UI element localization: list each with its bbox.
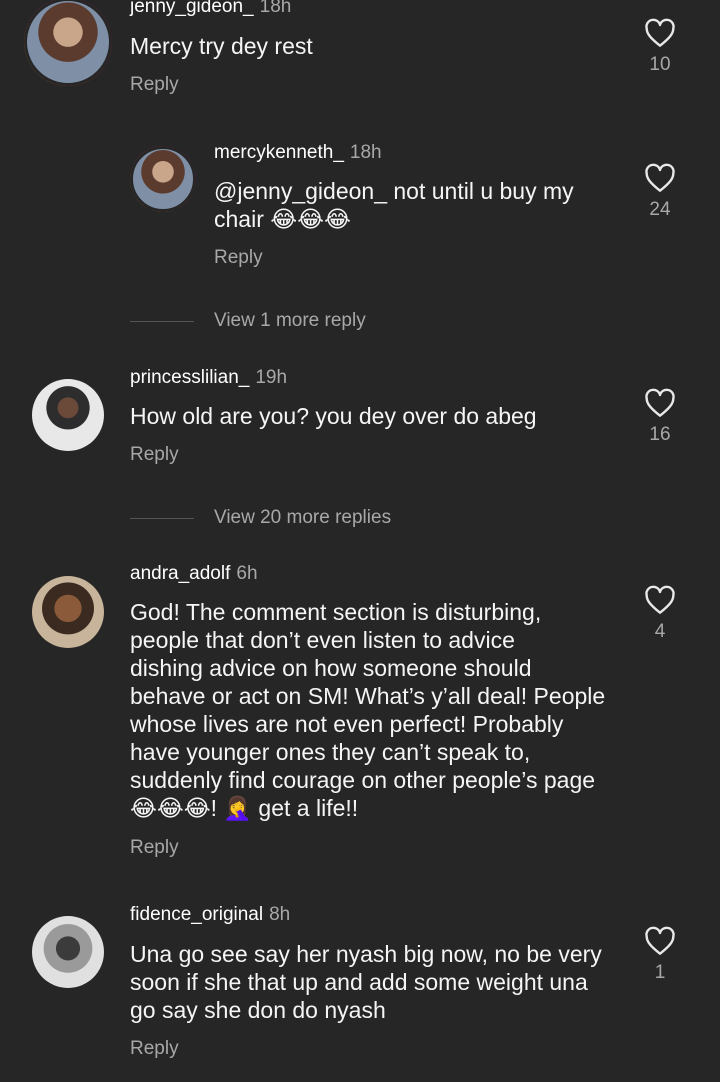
- comment-text-line: suddenly find courage on other people’s …: [130, 767, 596, 793]
- username[interactable]: jenny_gideon_: [130, 0, 254, 17]
- like-button[interactable]: 24: [638, 163, 682, 221]
- like-count: 10: [649, 54, 671, 75]
- comment-meta: princesslilian_ 19h: [130, 367, 287, 389]
- reply-button[interactable]: Reply: [130, 74, 179, 96]
- reply-button[interactable]: Reply: [130, 1038, 179, 1060]
- avatar[interactable]: [24, 0, 112, 86]
- heart-icon: [645, 585, 675, 614]
- like-button[interactable]: 10: [638, 18, 682, 76]
- timestamp: 18h: [349, 142, 382, 163]
- timestamp: 8h: [269, 904, 291, 925]
- comment-text-line: behave or act on SM! What’s y’all deal! …: [130, 683, 606, 709]
- comment-text-line: go say she don do nyash: [130, 997, 386, 1023]
- timestamp: 6h: [236, 563, 258, 584]
- comment-text: Mercy try dey rest: [130, 33, 313, 59]
- comment-meta: jenny_gideon_ 18h: [130, 0, 291, 18]
- heart-icon: [645, 388, 675, 417]
- heart-icon: [645, 926, 675, 955]
- comment-text: @jenny_gideon_ not until u buy my chair …: [214, 177, 634, 233]
- timestamp: 19h: [255, 367, 288, 388]
- view-more-label: View 20 more replies: [214, 507, 392, 528]
- comment-meta: fidence_original 8h: [130, 904, 290, 926]
- comment-text: God! The comment section is disturbing, …: [130, 598, 620, 822]
- comment-text-line: God! The comment section is disturbing,: [130, 599, 542, 625]
- username[interactable]: andra_adolf: [130, 563, 230, 584]
- avatar[interactable]: [32, 576, 104, 648]
- view-more-label: View 1 more reply: [214, 310, 366, 331]
- comment-text-line: chair 😂😂😂: [214, 206, 351, 232]
- heart-icon: [645, 18, 675, 47]
- username[interactable]: mercykenneth_: [214, 142, 344, 163]
- comment-text: How old are you? you dey over do abeg: [130, 403, 537, 429]
- reply-button[interactable]: Reply: [130, 444, 179, 466]
- like-count: 24: [649, 199, 671, 220]
- divider-line: [130, 320, 194, 322]
- avatar[interactable]: [32, 379, 104, 451]
- heart-icon: [645, 163, 675, 192]
- avatar[interactable]: [32, 916, 104, 988]
- comment-text-line: whose lives are not even perfect! Probab…: [130, 711, 564, 737]
- reply-button[interactable]: Reply: [130, 837, 179, 859]
- comment-text-line: soon if she that up and add some weight …: [130, 969, 588, 995]
- comment-text-line: 😂😂😂! 🤦‍♀️ get a life!!: [130, 795, 359, 821]
- view-more-replies[interactable]: View 1 more reply: [130, 310, 366, 332]
- comment-text-line: @jenny_gideon_ not until u buy my: [214, 178, 574, 204]
- like-button[interactable]: 1: [638, 926, 682, 984]
- comment-text-line: have younger ones they can’t speak to,: [130, 739, 531, 765]
- comment-text-line: people that don’t even listen to advice: [130, 627, 515, 653]
- like-count: 16: [649, 424, 671, 445]
- reply-button[interactable]: Reply: [214, 247, 263, 269]
- like-count: 1: [654, 962, 666, 983]
- comment-text: Una go see say her nyash big now, no be …: [130, 940, 620, 1024]
- divider-line: [130, 517, 194, 519]
- like-count: 4: [654, 621, 666, 642]
- comment-meta: andra_adolf 6h: [130, 563, 258, 585]
- like-button[interactable]: 4: [638, 585, 682, 643]
- username[interactable]: princesslilian_: [130, 367, 249, 388]
- comment-meta: mercykenneth_ 18h: [214, 142, 382, 164]
- timestamp: 18h: [259, 0, 292, 17]
- like-button[interactable]: 16: [638, 388, 682, 446]
- username[interactable]: fidence_original: [130, 904, 263, 925]
- comment-text-line: dishing advice on how someone should: [130, 655, 532, 681]
- view-more-replies[interactable]: View 20 more replies: [130, 507, 391, 529]
- avatar[interactable]: [130, 146, 196, 212]
- comment-text-line: Una go see say her nyash big now, no be …: [130, 941, 602, 967]
